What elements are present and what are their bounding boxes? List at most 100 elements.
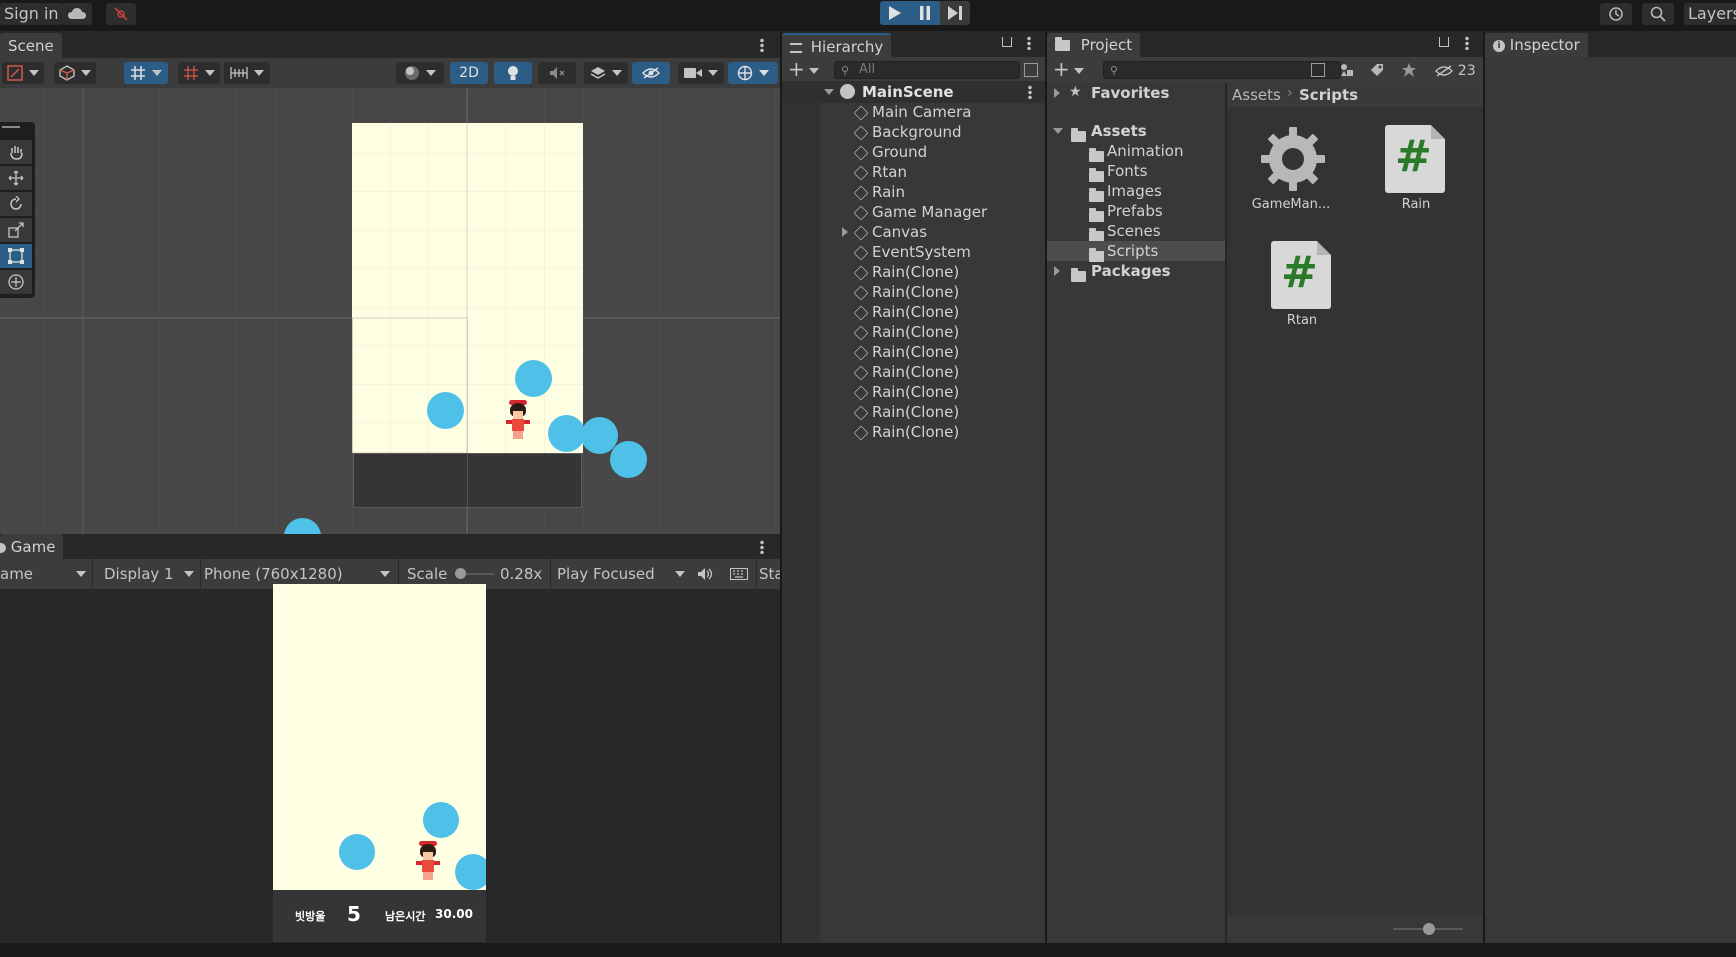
hidden-packages-toggle[interactable]: 23: [1435, 60, 1476, 80]
expand-arrow-icon[interactable]: [1054, 88, 1060, 98]
camera-dropdown[interactable]: [678, 62, 724, 84]
expand-arrow-icon[interactable]: [824, 89, 834, 95]
create-asset-button[interactable]: +: [1053, 59, 1085, 80]
assets-row[interactable]: Assets: [1047, 121, 1225, 142]
step-button[interactable]: [940, 1, 970, 25]
resolution-dropdown[interactable]: Phone (760x1280): [200, 563, 396, 585]
expand-arrow-icon[interactable]: [1053, 128, 1063, 134]
add-object-button[interactable]: +: [788, 59, 820, 80]
breadcrumb-assets[interactable]: Assets: [1232, 86, 1281, 104]
transform-tool-icon[interactable]: [0, 270, 32, 294]
stats-button[interactable]: Sta: [759, 563, 780, 585]
move-tool-icon[interactable]: [0, 166, 32, 190]
lock-icon[interactable]: [1002, 37, 1012, 47]
game-menu-icon[interactable]: [760, 540, 764, 554]
folder-row[interactable]: Scenes: [1047, 221, 1225, 242]
hierarchy-item[interactable]: Rain(Clone): [853, 422, 959, 442]
scene-rain-drop[interactable]: [427, 392, 464, 429]
scene-rain-drop[interactable]: [610, 441, 647, 478]
layers-dropdown[interactable]: Layers: [1684, 3, 1736, 25]
icon-size-slider-thumb[interactable]: [1423, 923, 1435, 935]
project-search-input[interactable]: ⚲: [1103, 61, 1341, 79]
hierarchy-search-input[interactable]: ⚲ All: [834, 61, 1020, 79]
hierarchy-item[interactable]: Rain(Clone): [853, 302, 959, 322]
sign-in-button[interactable]: Sign in: [0, 3, 63, 25]
search-by-type-icon[interactable]: [1311, 63, 1325, 77]
hierarchy-item[interactable]: Ground: [853, 142, 927, 162]
hierarchy-item[interactable]: Game Manager: [853, 202, 987, 222]
effects-dropdown[interactable]: [584, 62, 628, 84]
scene-menu-icon[interactable]: [760, 38, 764, 52]
cloud-icon[interactable]: [62, 3, 92, 25]
hierarchy-item[interactable]: Rain(Clone): [853, 282, 959, 302]
shading-dropdown[interactable]: [54, 62, 96, 84]
scene-row[interactable]: MainScene: [782, 81, 1045, 103]
filter-type-icon[interactable]: [1337, 60, 1357, 80]
lock-icon[interactable]: [1439, 37, 1449, 47]
render-mode-dropdown[interactable]: [396, 62, 444, 84]
collab-icon[interactable]: [106, 3, 136, 25]
expand-arrow-icon[interactable]: [1054, 266, 1060, 276]
folder-row[interactable]: Prefabs: [1047, 201, 1225, 222]
tab-project[interactable]: Project: [1047, 33, 1141, 57]
history-icon[interactable]: [1600, 3, 1632, 25]
folder-row-selected[interactable]: Scripts: [1047, 241, 1225, 262]
canvas-expand-arrow-icon[interactable]: [842, 227, 848, 237]
hierarchy-item[interactable]: Main Camera: [853, 102, 971, 122]
grid-snap-toggle[interactable]: [124, 62, 168, 84]
align-dropdown[interactable]: [224, 62, 270, 84]
scene-viewport[interactable]: [0, 88, 780, 534]
scene-rtan-character[interactable]: [504, 400, 534, 443]
favorite-star-icon[interactable]: [1399, 60, 1419, 80]
scene-search-icon[interactable]: [1024, 63, 1038, 77]
rect-tool-icon[interactable]: [0, 244, 32, 268]
asset-item[interactable]: # Rtan: [1269, 241, 1335, 331]
breadcrumb-scripts[interactable]: Scripts: [1299, 86, 1358, 104]
favorites-row[interactable]: ★ Favorites: [1047, 83, 1225, 103]
hierarchy-item[interactable]: Rain(Clone): [853, 362, 959, 382]
hierarchy-item[interactable]: Rain(Clone): [853, 402, 959, 422]
hierarchy-item[interactable]: Rain(Clone): [853, 342, 959, 362]
folder-row[interactable]: Images: [1047, 181, 1225, 202]
display-dropdown[interactable]: Display 1: [100, 563, 198, 585]
lighting-icon[interactable]: [494, 62, 532, 84]
mute-audio-icon[interactable]: [692, 563, 718, 585]
hierarchy-item[interactable]: Rain: [853, 182, 905, 202]
overlay-handle[interactable]: [2, 126, 20, 128]
hierarchy-item[interactable]: EventSystem: [853, 242, 971, 262]
gizmos-dropdown[interactable]: [728, 62, 778, 84]
scene-rain-drop[interactable]: [548, 415, 585, 452]
tab-game[interactable]: Game: [0, 534, 64, 560]
scene-rain-drop[interactable]: [515, 360, 552, 397]
scale-slider-thumb[interactable]: [455, 568, 466, 579]
folder-row[interactable]: Fonts: [1047, 161, 1225, 182]
tab-scene[interactable]: Scene: [0, 33, 62, 59]
hierarchy-item[interactable]: Rain(Clone): [853, 262, 959, 282]
2d-mode-toggle[interactable]: 2D: [450, 62, 488, 84]
asset-item[interactable]: # Rain: [1383, 125, 1449, 215]
game-viewport[interactable]: [273, 584, 486, 893]
scene-row-menu-icon[interactable]: [1028, 85, 1032, 99]
hierarchy-item[interactable]: Rtan: [853, 162, 907, 182]
packages-row[interactable]: Packages: [1047, 261, 1225, 282]
rotate-tool-icon[interactable]: [0, 192, 32, 216]
hierarchy-item[interactable]: Canvas: [853, 222, 927, 242]
hand-tool-icon[interactable]: [0, 140, 32, 164]
asset-item[interactable]: GameMan...: [1252, 125, 1330, 215]
folder-row[interactable]: Animation: [1047, 141, 1225, 162]
audio-mute-icon[interactable]: [538, 62, 576, 84]
play-focus-dropdown[interactable]: Play Focused: [553, 563, 689, 585]
scene-visibility-icon[interactable]: [632, 62, 670, 84]
project-menu-icon[interactable]: [1465, 36, 1469, 50]
increment-snap-dropdown[interactable]: [178, 62, 220, 84]
tab-inspector[interactable]: i Inspector: [1485, 33, 1588, 57]
hierarchy-menu-icon[interactable]: [1027, 36, 1031, 50]
tab-hierarchy[interactable]: Hierarchy: [782, 33, 892, 57]
pause-button[interactable]: [910, 1, 940, 25]
hierarchy-item[interactable]: Background: [853, 122, 962, 142]
play-button[interactable]: [880, 1, 910, 25]
draw-mode-dropdown[interactable]: [2, 62, 44, 84]
hierarchy-item[interactable]: Rain(Clone): [853, 322, 959, 342]
keyboard-icon[interactable]: [724, 563, 754, 585]
hierarchy-item[interactable]: Rain(Clone): [853, 382, 959, 402]
